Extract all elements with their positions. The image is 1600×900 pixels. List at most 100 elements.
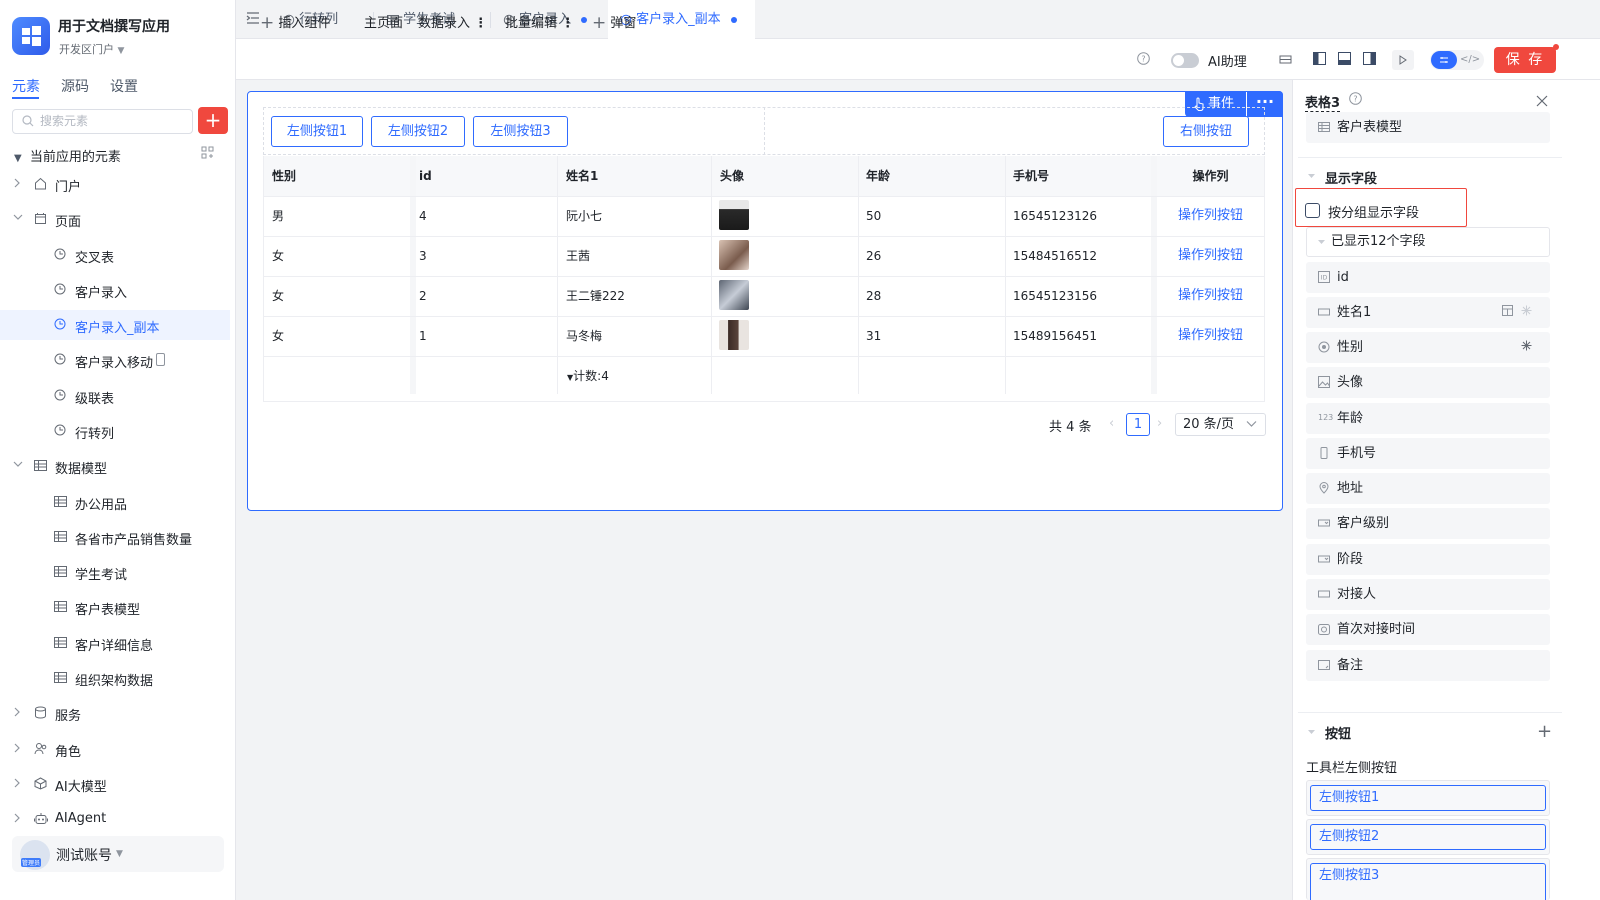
tree-item-customer-entry-mobile[interactable]: 客户录入移动 [0,345,230,375]
save-button[interactable]: 保 存 [1494,47,1556,73]
caret-down-icon[interactable] [1307,172,1316,180]
app-subtitle-dropdown[interactable]: 开发区门户 ▼ [59,41,124,57]
search-input[interactable]: 搜索元素 [12,109,193,134]
tree-item-office-supplies[interactable]: 办公用品 [0,487,230,517]
shown-fields-toggle[interactable]: 已显示12个字段 [1306,227,1550,257]
tree-item-student-exam[interactable]: 学生考试 [0,557,230,587]
page-number[interactable]: 1 [1126,413,1150,436]
tree-item-row-to-column[interactable]: 行转列 [0,416,230,446]
button-config-left-1[interactable]: 左侧按钮1 [1310,785,1546,811]
left-button-3[interactable]: 左侧按钮3 [473,116,568,147]
column-header-phone[interactable]: 手机号 [1005,156,1151,196]
button-config-left-3[interactable]: 左侧按钮3 [1310,863,1546,900]
field-item-id[interactable]: ID id [1306,262,1550,293]
page-size-select[interactable]: 20 条/页 [1175,413,1266,436]
buttons-section-title[interactable]: 按钮 [1325,723,1351,742]
tree-item-label: 交叉表 [75,251,115,266]
tree-item-cross-table[interactable]: 交叉表 [0,240,230,270]
field-item-gender[interactable]: 性别 [1306,332,1550,363]
row-action-button[interactable]: 操作列按钮 [1178,276,1243,316]
preview-button[interactable] [1392,50,1414,70]
batch-edit-menu[interactable]: 批量编辑 ⋮ [505,12,574,31]
mode-switch[interactable]: </> [1430,50,1484,70]
code-mode-icon[interactable]: </> [1460,54,1480,65]
field-item-stage[interactable]: 阶段 [1306,544,1550,575]
left-button-2[interactable]: 左侧按钮2 [371,116,465,147]
button-config-left-2[interactable]: 左侧按钮2 [1310,824,1546,850]
avatar-role: 管理员 [21,858,42,867]
add-button-icon[interactable]: + [1537,723,1552,741]
freeze-icon[interactable] [1521,305,1532,316]
tree-header[interactable]: ▼ 当前应用的元素 [14,146,121,165]
tree-item-portal[interactable]: 门户 [0,169,230,199]
column-header-avatar[interactable]: 头像 [711,156,858,196]
column-header-actions[interactable]: 操作列 [1157,156,1264,196]
close-icon[interactable] [1536,95,1548,107]
number-field-icon: 123 [1318,413,1334,422]
caret-down-icon[interactable]: ▼ [116,849,123,859]
collapse-sidebar-icon[interactable] [246,12,260,24]
field-item-phone[interactable]: 手机号 [1306,438,1550,469]
data-entry-menu[interactable]: 数据录入 ⋮ [418,12,487,31]
field-item-remarks[interactable]: 备注 [1306,650,1550,681]
tree-item-cascade-table[interactable]: 级联表 [0,381,230,411]
field-item-age[interactable]: 123 年龄 [1306,403,1550,434]
row-action-button[interactable]: 操作列按钮 [1178,316,1243,356]
locate-icon[interactable] [201,146,214,159]
row-action-button[interactable]: 操作列按钮 [1178,236,1243,276]
table-icon[interactable] [1502,305,1513,316]
tree-item-ai-models[interactable]: AI大模型 [0,769,230,799]
help-icon[interactable]: ? [1349,92,1362,105]
field-item-name[interactable]: 姓名1 [1306,297,1550,328]
panel-right-icon[interactable] [1363,52,1376,65]
chevron-right-icon [13,707,21,717]
tab-source[interactable]: 源码 [61,76,89,96]
layout-icon[interactable] [1279,53,1292,66]
tree-item-data-models[interactable]: 数据模型 [0,451,230,481]
tree-item-services[interactable]: 服务 [0,698,230,728]
column-header-id[interactable]: id [416,156,557,196]
field-item-first-contact-time[interactable]: 首次对接时间 [1306,614,1550,645]
popup-button[interactable]: + 弹窗 [592,12,636,33]
field-item-address[interactable]: 地址 [1306,473,1550,504]
tree-item-roles[interactable]: 角色 [0,734,230,764]
left-button-1[interactable]: 左侧按钮1 [271,116,363,147]
right-button[interactable]: 右侧按钮 [1163,116,1249,147]
tree-item-org-data[interactable]: 组织架构数据 [0,663,230,693]
add-element-button[interactable]: + [198,107,228,134]
caret-down-icon[interactable] [1307,728,1316,736]
tab-elements[interactable]: 元素 [12,76,40,96]
insert-component-button[interactable]: + 插入组件 [260,12,330,33]
tree-item-customer-detail[interactable]: 客户详细信息 [0,628,230,658]
tab-settings[interactable]: 设置 [110,76,138,96]
freeze-icon[interactable] [1521,340,1532,351]
prev-page-icon[interactable]: ‹ [1109,416,1114,431]
field-item-avatar[interactable]: 头像 [1306,367,1550,398]
tree-item-customer-entry[interactable]: 客户录入 [0,275,230,305]
tab-label: 客户录入_副本 [636,12,721,27]
column-header-name[interactable]: 姓名1 [557,156,711,196]
data-model-select[interactable]: 客户表模型 [1306,112,1550,143]
group-display-checkbox[interactable] [1305,203,1320,218]
column-header-gender[interactable]: 性别 [264,156,410,196]
panel-bottom-icon[interactable] [1338,52,1351,65]
next-page-icon[interactable]: › [1157,416,1162,431]
tree-item-customer-entry-copy[interactable]: 客户录入_副本 [0,310,230,340]
group-display-label[interactable]: 按分组显示字段 [1328,202,1419,221]
summary-count[interactable]: ▼计数:4 [567,356,609,396]
field-label: 客户级别 [1337,516,1390,531]
field-item-contact[interactable]: 对接人 [1306,579,1550,610]
ai-assistant-toggle[interactable] [1171,53,1199,68]
row-action-button[interactable]: 操作列按钮 [1178,196,1243,236]
tree-item-customer-model[interactable]: 客户表模型 [0,592,230,622]
field-item-customer-level[interactable]: 客户级别 [1306,508,1550,539]
help-icon[interactable]: ? [1137,52,1150,65]
column-header-age[interactable]: 年龄 [858,156,1005,196]
display-fields-section-title[interactable]: 显示字段 [1325,168,1377,187]
main-page-button[interactable]: 主页面 [364,12,403,31]
tree-item-ai-agent[interactable]: AIAgent [0,804,230,834]
panel-left-icon[interactable] [1313,52,1326,65]
tree-item-pages[interactable]: 页面 [0,204,230,234]
design-mode-icon[interactable] [1431,51,1457,69]
tree-item-province-sales[interactable]: 各省市产品销售数量 [0,522,230,552]
